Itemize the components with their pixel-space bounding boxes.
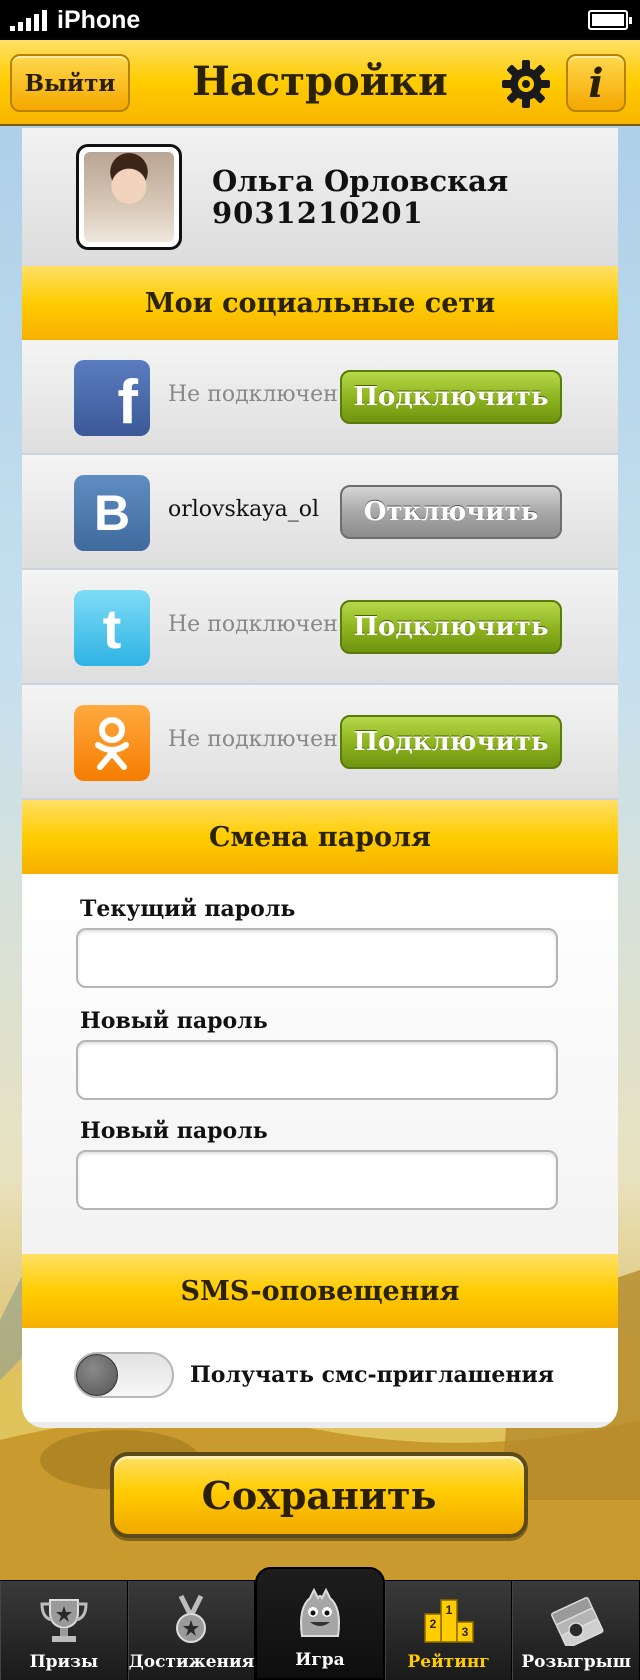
tab-label: Розыгрыш [521, 1652, 631, 1672]
save-button[interactable]: Сохранить [110, 1452, 528, 1538]
tab-game[interactable]: Игра [255, 1567, 385, 1680]
connect-odnoklassniki-button[interactable]: Подключить [340, 715, 562, 769]
gear-icon[interactable] [500, 58, 552, 110]
disconnect-vkontakte-button[interactable]: Отключить [340, 485, 562, 539]
social-row-odnoklassniki: Не подключен Подключить [22, 685, 618, 800]
vkontakte-glyph: B [93, 485, 131, 541]
tab-achievements[interactable]: Достижения [127, 1581, 256, 1680]
tab-bar: Призы Достижения Игра 1 2 3 Рейтинг Розы… [0, 1567, 640, 1680]
mascot-icon [299, 1587, 340, 1637]
social-status: Не подключен [168, 612, 338, 637]
social-section-header: Мои социальные сети [22, 266, 618, 340]
profile-card: Ольга Орловская 9031210201 [22, 128, 618, 266]
tab-draw[interactable]: Розыгрыш [512, 1581, 640, 1680]
repeat-password-field[interactable] [76, 1150, 558, 1210]
status-bar: iPhone [0, 0, 640, 40]
vkontakte-icon: B [74, 475, 150, 551]
toggle-knob [76, 1354, 118, 1396]
social-status: orlovskaya_ol [168, 497, 320, 522]
svg-text:3: 3 [461, 1625, 468, 1639]
twitter-glyph: t [102, 596, 122, 660]
repeat-password-label: Новый пароль [80, 1118, 268, 1144]
new-password-label: Новый пароль [80, 1008, 268, 1034]
podium-icon: 1 2 3 [423, 1599, 474, 1643]
settings-panel: Ольга Орловская 9031210201 Мои социальны… [22, 128, 618, 1428]
facebook-glyph: f [117, 368, 138, 437]
facebook-icon: f [74, 360, 150, 436]
avatar-photo [84, 152, 174, 242]
sms-toggle[interactable] [74, 1352, 174, 1398]
page-title: Настройки [192, 58, 448, 105]
trophy-icon [40, 1599, 88, 1642]
medal-icon [176, 1594, 207, 1643]
password-form: Текущий пароль Новый пароль Новый пароль [22, 874, 618, 1254]
tab-label: Рейтинг [407, 1652, 490, 1672]
nav-bar: Выйти Настройки i [0, 40, 640, 126]
carrier-name: iPhone [57, 5, 141, 34]
tab-label: Игра [295, 1650, 345, 1670]
social-row-twitter: t Не подключен Подключить [22, 570, 618, 685]
user-name: Ольга Орловская [212, 164, 509, 198]
connect-facebook-button[interactable]: Подключить [340, 370, 562, 424]
social-status: Не подключен [168, 382, 338, 407]
info-button[interactable]: i [566, 54, 626, 112]
user-phone: 9031210201 [212, 196, 424, 230]
social-row-vkontakte: B orlovskaya_ol Отключить [22, 455, 618, 570]
avatar[interactable] [76, 144, 182, 250]
sms-section-header: SMS-оповещения [22, 1254, 618, 1328]
social-row-facebook: f Не подключен Подключить [22, 340, 618, 455]
tab-prizes[interactable]: Призы [0, 1581, 128, 1680]
sms-toggle-label: Получать смс-приглашения [190, 1362, 555, 1388]
odnoklassniki-icon [74, 705, 150, 781]
logout-button[interactable]: Выйти [10, 54, 130, 112]
current-password-field[interactable] [76, 928, 558, 988]
svg-text:2: 2 [429, 1617, 436, 1631]
tickets-icon [551, 1596, 604, 1646]
signal-strength-icon [10, 9, 47, 31]
tab-rating[interactable]: 1 2 3 Рейтинг [384, 1581, 513, 1680]
connect-twitter-button[interactable]: Подключить [340, 600, 562, 654]
battery-icon [588, 10, 632, 30]
tab-label: Призы [29, 1652, 99, 1672]
twitter-icon: t [74, 590, 150, 666]
tab-label: Достижения [128, 1652, 255, 1672]
new-password-field[interactable] [76, 1040, 558, 1100]
current-password-label: Текущий пароль [80, 896, 296, 922]
sms-row: Получать смс-приглашения [22, 1328, 618, 1422]
svg-text:1: 1 [445, 1603, 452, 1617]
social-status: Не подключен [168, 727, 338, 752]
password-section-header: Смена пароля [22, 800, 618, 874]
